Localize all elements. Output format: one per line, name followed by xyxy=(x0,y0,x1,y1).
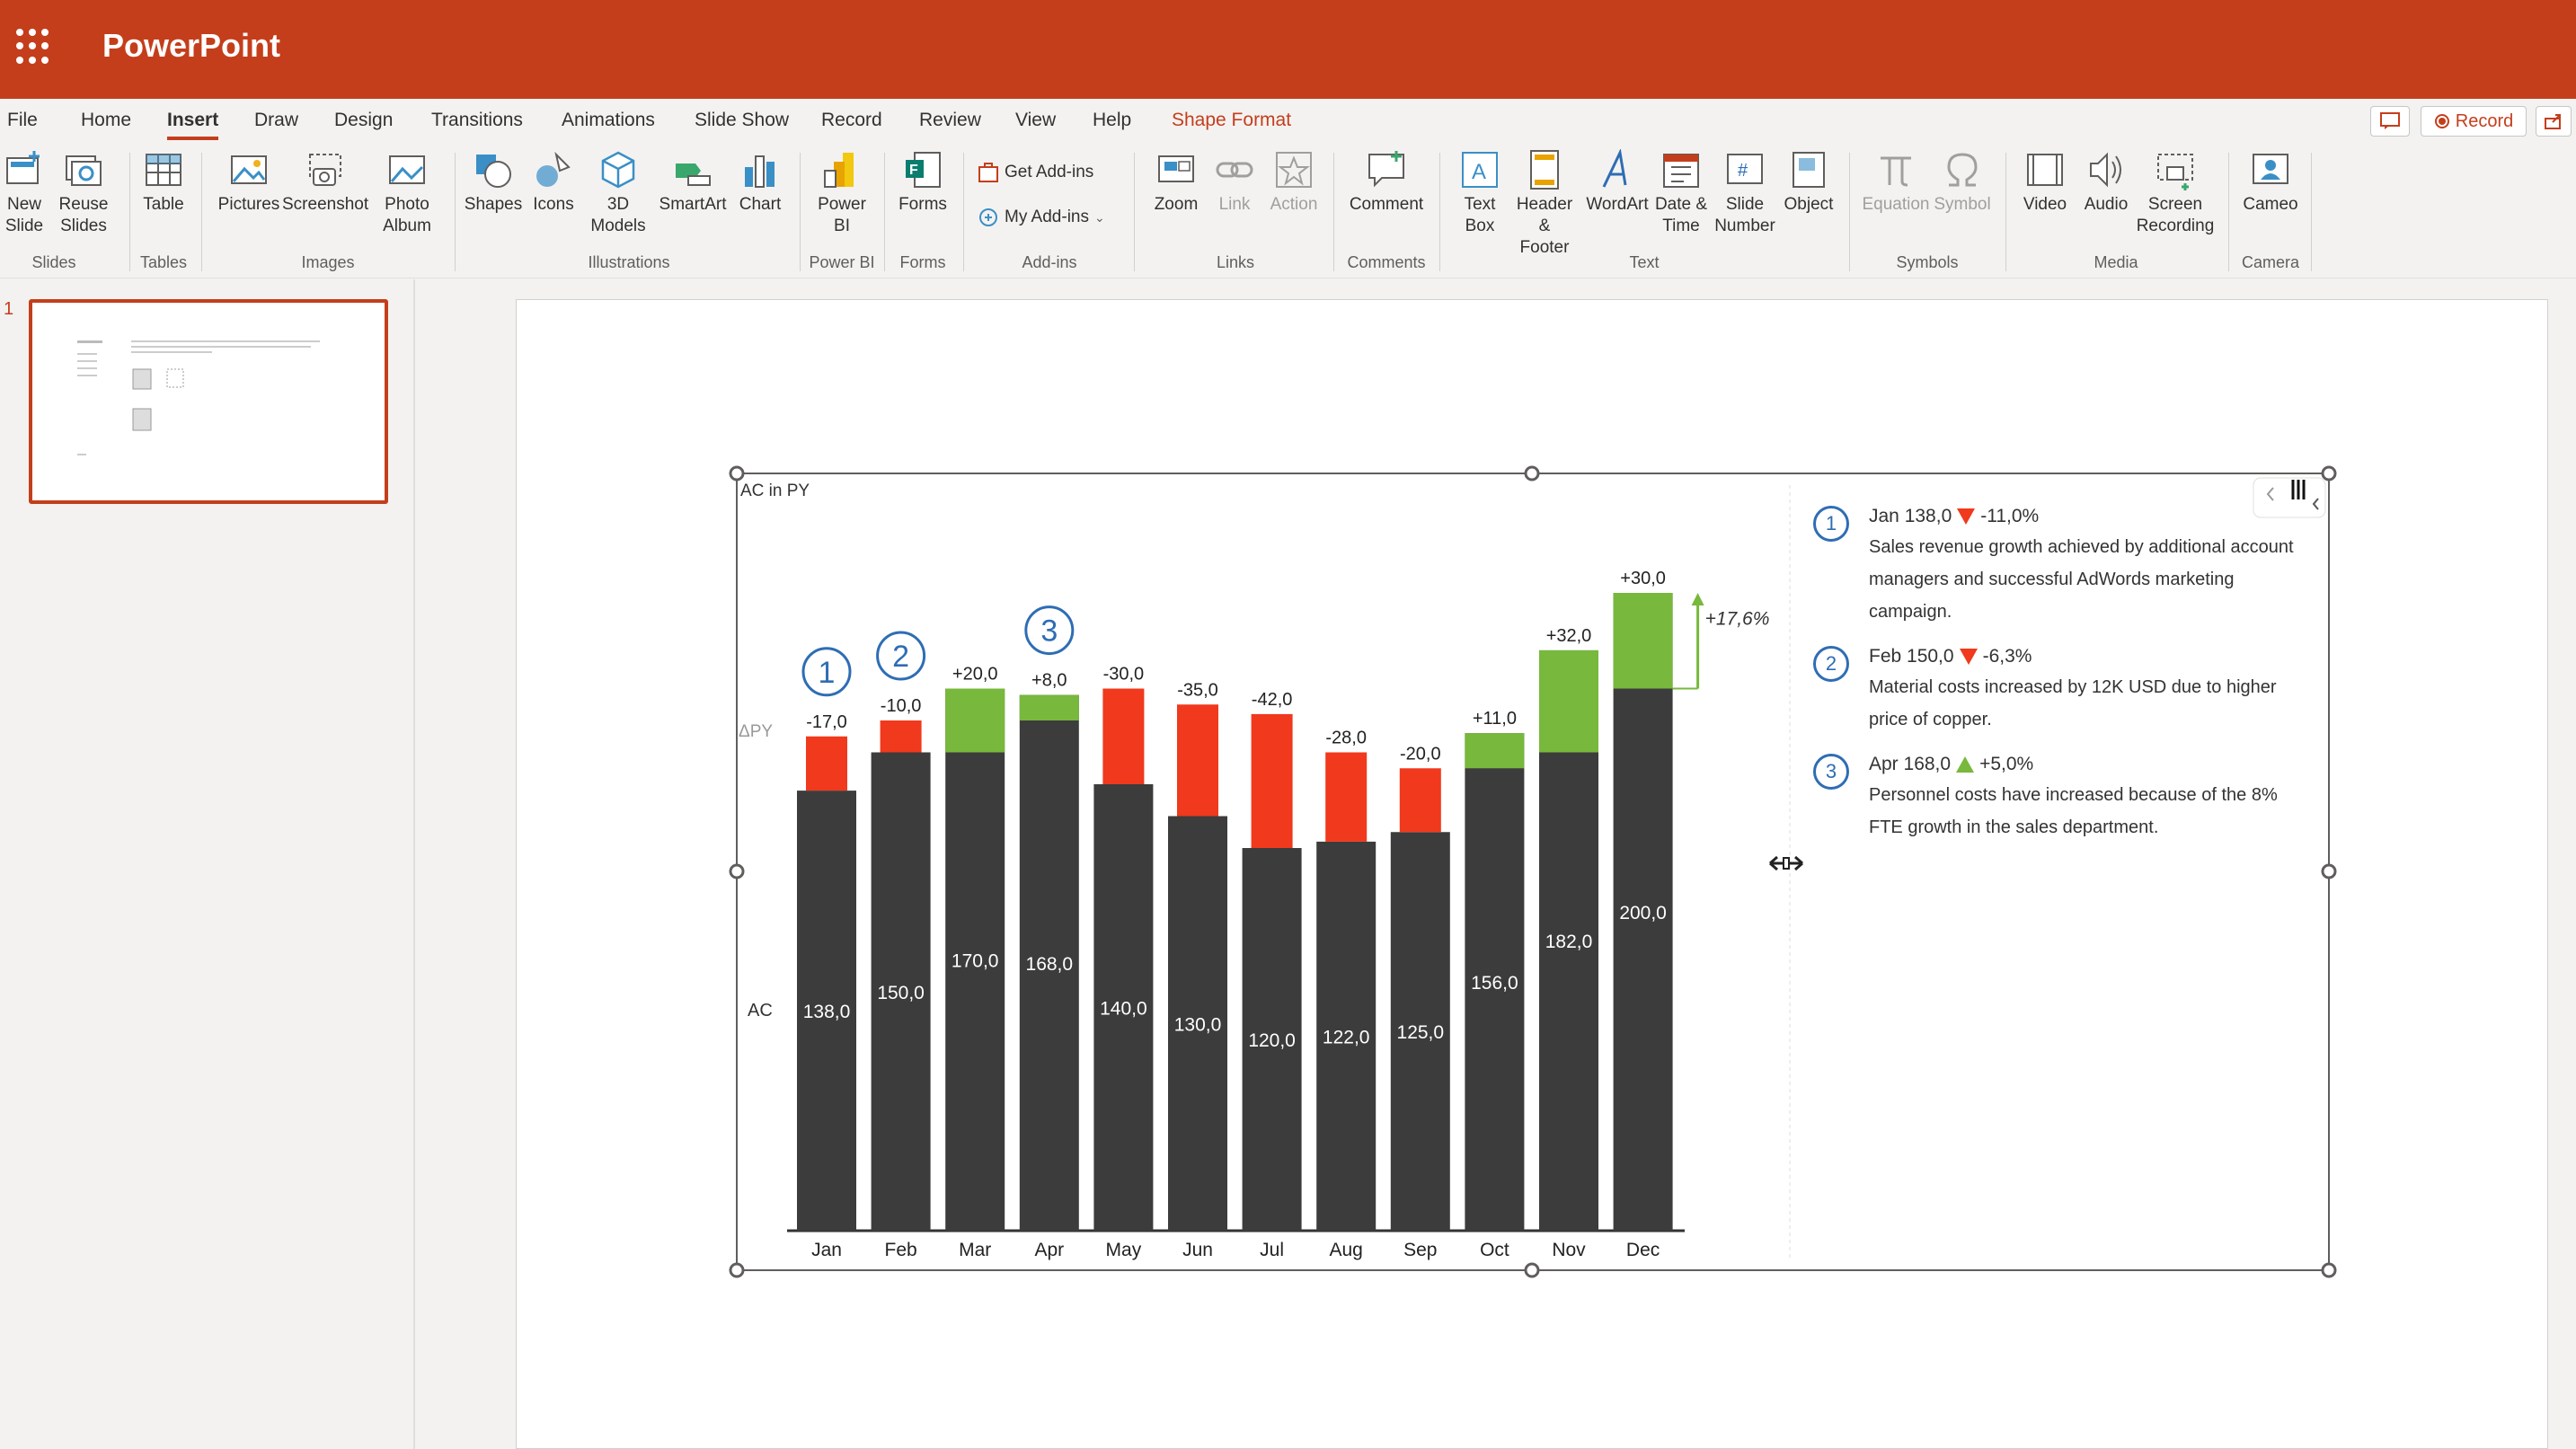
delta-value-label: -10,0 xyxy=(881,696,922,716)
delta-bar-nov xyxy=(1539,649,1598,753)
delta-value-label: +8,0 xyxy=(1031,671,1067,691)
ac-value-label: 170,0 xyxy=(952,950,999,971)
resize-handle-top[interactable] xyxy=(1524,465,1540,482)
down-triangle-icon xyxy=(1957,508,1976,525)
category-label: Apr xyxy=(1034,1240,1064,1260)
resize-handle-top-left[interactable] xyxy=(729,465,745,482)
resize-handle-top-right[interactable] xyxy=(2321,465,2337,482)
ac-value-label: 138,0 xyxy=(803,1002,851,1022)
delta-bar-oct xyxy=(1465,733,1525,769)
delta-value-label: -17,0 xyxy=(806,712,847,732)
category-label: Feb xyxy=(885,1240,917,1260)
growth-arrow: +17,6% xyxy=(1691,593,1770,689)
resize-handle-bottom-left[interactable] xyxy=(729,1262,745,1278)
delta-value-label: +11,0 xyxy=(1473,709,1517,729)
ac-value-label: 168,0 xyxy=(1026,954,1074,975)
delta-bar-jun xyxy=(1177,704,1218,817)
resize-handle-bottom-right[interactable] xyxy=(2321,1262,2337,1278)
resize-handle-left[interactable] xyxy=(729,863,745,879)
delta-bar-may xyxy=(1102,688,1145,784)
category-label: Aug xyxy=(1330,1240,1363,1260)
note-marker: 1 xyxy=(1813,506,1849,542)
note-text: Material costs increased by 12K USD due … xyxy=(1869,677,2277,729)
resize-cursor-icon xyxy=(1769,855,1803,871)
ac-value-label: 150,0 xyxy=(877,983,925,1003)
delta-value-label: -28,0 xyxy=(1325,729,1367,748)
chart-plot: 138,0 -17,0 Jan 150,0 -10,0 Feb 170,0 +20,0 Mar 1… xyxy=(797,569,1698,1260)
callout-marker-number: 3 xyxy=(1040,614,1058,649)
delta-value-label: -20,0 xyxy=(1400,744,1441,764)
up-triangle-icon xyxy=(1956,756,1975,773)
note-value: Apr 168,0 xyxy=(1869,754,1952,774)
note-header: Jan 138,0 -11,0% xyxy=(1869,506,2316,527)
ac-value-label: 200,0 xyxy=(1619,903,1667,923)
delta-bar-jan xyxy=(806,736,847,791)
category-label: May xyxy=(1106,1240,1142,1260)
ac-value-label: 122,0 xyxy=(1323,1027,1370,1047)
note-header: Apr 168,0 +5,0% xyxy=(1869,754,2316,775)
note-marker: 2 xyxy=(1813,646,1849,682)
delta-bar-jul xyxy=(1251,713,1293,848)
chart-title: AC in PY xyxy=(740,482,810,500)
category-label: Dec xyxy=(1626,1240,1660,1260)
note-percent: -11,0% xyxy=(1980,506,2040,526)
category-label: Jul xyxy=(1260,1240,1284,1260)
delta-bar-dec xyxy=(1613,593,1673,689)
ac-value-label: 182,0 xyxy=(1545,932,1593,952)
delta-bar-aug xyxy=(1325,752,1368,842)
delta-value-label: -42,0 xyxy=(1252,690,1293,710)
ac-value-label: 125,0 xyxy=(1397,1022,1445,1043)
note-percent: +5,0% xyxy=(1979,754,2034,774)
ac-value-label: 130,0 xyxy=(1174,1014,1222,1035)
delta-bar-sep xyxy=(1399,768,1441,833)
delta-value-label: +32,0 xyxy=(1546,626,1592,646)
note-value: Jan 138,0 xyxy=(1869,506,1952,526)
row-label-ac: AC xyxy=(748,1001,773,1020)
delta-value-label: +30,0 xyxy=(1620,569,1666,588)
note-value: Feb 150,0 xyxy=(1869,646,1954,667)
comments-panel: 1 Jan 138,0 -11,0% Sales revenue growth … xyxy=(1813,499,2316,861)
resize-handle-bottom[interactable] xyxy=(1524,1262,1540,1278)
row-label-delta: ΔPY xyxy=(739,722,773,741)
note-percent: -6,3% xyxy=(1982,646,2032,667)
delta-bar-feb xyxy=(880,720,922,753)
note-3: 3 Apr 168,0 +5,0% Personnel costs have i… xyxy=(1813,754,2316,844)
category-label: Jun xyxy=(1182,1240,1213,1260)
note-text: Sales revenue growth achieved by additio… xyxy=(1869,537,2294,622)
resize-handle-right[interactable] xyxy=(2321,863,2337,879)
callout-marker-number: 1 xyxy=(819,656,836,690)
category-label: Oct xyxy=(1480,1240,1509,1260)
ac-value-label: 140,0 xyxy=(1100,999,1147,1020)
category-label: Mar xyxy=(959,1240,991,1260)
delta-bar-apr xyxy=(1019,694,1079,720)
delta-value-label: -30,0 xyxy=(1103,665,1145,685)
growth-arrow-head xyxy=(1691,593,1704,605)
ac-value-label: 120,0 xyxy=(1248,1030,1296,1051)
ac-value-label: 156,0 xyxy=(1471,973,1518,994)
category-label: Nov xyxy=(1552,1240,1586,1260)
note-header: Feb 150,0 -6,3% xyxy=(1869,646,2316,667)
category-label: Sep xyxy=(1403,1240,1437,1260)
delta-bar-mar xyxy=(945,688,1005,753)
delta-value-label: -35,0 xyxy=(1177,680,1218,700)
category-label: Jan xyxy=(811,1240,842,1260)
growth-label: +17,6% xyxy=(1705,608,1770,629)
note-text: Personnel costs have increased because o… xyxy=(1869,785,2278,837)
note-2: 2 Feb 150,0 -6,3% Material costs increas… xyxy=(1813,646,2316,736)
note-1: 1 Jan 138,0 -11,0% Sales revenue growth … xyxy=(1813,506,2316,628)
down-triangle-icon xyxy=(1959,649,1978,665)
note-marker: 3 xyxy=(1813,754,1849,790)
callout-marker-number: 2 xyxy=(892,640,909,674)
delta-value-label: +20,0 xyxy=(952,665,998,685)
